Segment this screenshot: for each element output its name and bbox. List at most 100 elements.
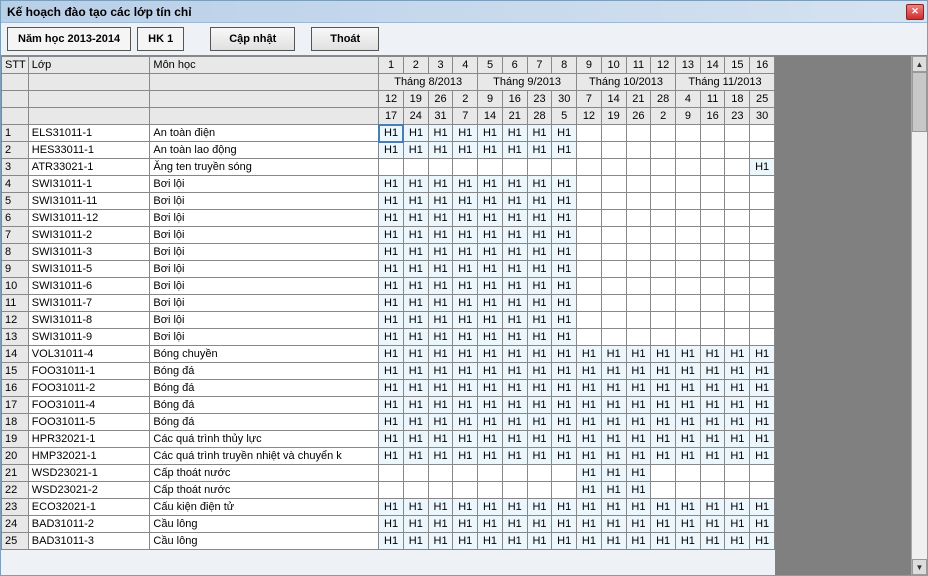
- cell-week[interactable]: [577, 278, 602, 295]
- cell-lop[interactable]: SWI31011-12: [28, 210, 150, 227]
- cell-week[interactable]: H1: [379, 329, 404, 346]
- cell-week[interactable]: H1: [700, 363, 725, 380]
- cell-week[interactable]: [601, 176, 626, 193]
- cell-week[interactable]: H1: [403, 516, 428, 533]
- cell-week[interactable]: H1: [552, 278, 577, 295]
- cell-week[interactable]: [651, 142, 676, 159]
- cell-week[interactable]: H1: [750, 499, 775, 516]
- exit-button[interactable]: Thoát: [311, 27, 379, 51]
- cell-week[interactable]: H1: [527, 278, 552, 295]
- cell-week[interactable]: H1: [403, 227, 428, 244]
- cell-week[interactable]: [700, 482, 725, 499]
- cell-week[interactable]: H1: [601, 346, 626, 363]
- cell-week[interactable]: H1: [478, 363, 503, 380]
- cell-week[interactable]: [453, 465, 478, 482]
- year-selector[interactable]: Năm học 2013-2014: [7, 27, 131, 51]
- cell-week[interactable]: H1: [700, 516, 725, 533]
- cell-week[interactable]: [577, 244, 602, 261]
- cell-week[interactable]: H1: [478, 125, 503, 142]
- cell-week[interactable]: [601, 210, 626, 227]
- cell-week[interactable]: H1: [651, 397, 676, 414]
- cell-week[interactable]: [626, 210, 651, 227]
- cell-week[interactable]: H1: [750, 414, 775, 431]
- cell-week[interactable]: [601, 125, 626, 142]
- cell-week[interactable]: H1: [403, 142, 428, 159]
- cell-week[interactable]: H1: [725, 516, 750, 533]
- cell-week[interactable]: H1: [428, 227, 453, 244]
- cell-week[interactable]: H1: [379, 193, 404, 210]
- cell-week[interactable]: [626, 193, 651, 210]
- cell-lop[interactable]: ELS31011-1: [28, 125, 150, 142]
- cell-week[interactable]: H1: [428, 142, 453, 159]
- cell-lop[interactable]: ECO32021-1: [28, 499, 150, 516]
- cell-week[interactable]: [626, 142, 651, 159]
- cell-week[interactable]: H1: [676, 346, 701, 363]
- cell-week[interactable]: [725, 295, 750, 312]
- cell-week[interactable]: H1: [750, 159, 775, 176]
- cell-week[interactable]: H1: [626, 363, 651, 380]
- cell-week[interactable]: H1: [379, 227, 404, 244]
- cell-week[interactable]: [601, 295, 626, 312]
- cell-week[interactable]: H1: [577, 482, 602, 499]
- cell-week[interactable]: H1: [725, 533, 750, 550]
- cell-week[interactable]: H1: [552, 380, 577, 397]
- cell-week[interactable]: H1: [552, 414, 577, 431]
- cell-week[interactable]: [379, 159, 404, 176]
- table-row[interactable]: 7SWI31011-2Bơi lộiH1H1H1H1H1H1H1H1: [2, 227, 775, 244]
- cell-week[interactable]: H1: [626, 482, 651, 499]
- cell-week[interactable]: H1: [527, 227, 552, 244]
- cell-week[interactable]: H1: [725, 431, 750, 448]
- cell-week[interactable]: H1: [577, 448, 602, 465]
- cell-week[interactable]: H1: [403, 261, 428, 278]
- cell-week[interactable]: [750, 465, 775, 482]
- table-row[interactable]: 22WSD23021-2Cấp thoát nướcH1H1H1: [2, 482, 775, 499]
- table-row[interactable]: 21WSD23021-1Cấp thoát nướcH1H1H1: [2, 465, 775, 482]
- cell-week[interactable]: H1: [379, 533, 404, 550]
- cell-week[interactable]: [651, 210, 676, 227]
- cell-week[interactable]: H1: [502, 244, 527, 261]
- cell-week[interactable]: H1: [428, 329, 453, 346]
- table-row[interactable]: 14VOL31011-4Bóng chuyềnH1H1H1H1H1H1H1H1H…: [2, 346, 775, 363]
- cell-mon[interactable]: Bóng đá: [150, 380, 379, 397]
- cell-week[interactable]: H1: [676, 363, 701, 380]
- cell-week[interactable]: H1: [379, 414, 404, 431]
- cell-week[interactable]: H1: [502, 329, 527, 346]
- cell-week[interactable]: H1: [552, 397, 577, 414]
- cell-week[interactable]: [651, 482, 676, 499]
- cell-week[interactable]: [725, 193, 750, 210]
- cell-week[interactable]: H1: [502, 312, 527, 329]
- cell-week[interactable]: [626, 244, 651, 261]
- table-row[interactable]: 16FOO31011-2Bóng đáH1H1H1H1H1H1H1H1H1H1H…: [2, 380, 775, 397]
- cell-week[interactable]: [676, 210, 701, 227]
- cell-week[interactable]: H1: [651, 346, 676, 363]
- table-row[interactable]: 13SWI31011-9Bơi lộiH1H1H1H1H1H1H1H1: [2, 329, 775, 346]
- cell-week[interactable]: H1: [601, 448, 626, 465]
- cell-week[interactable]: [478, 159, 503, 176]
- table-row[interactable]: 24BAD31011-2Cầu lôngH1H1H1H1H1H1H1H1H1H1…: [2, 516, 775, 533]
- cell-week[interactable]: [700, 295, 725, 312]
- cell-week[interactable]: H1: [478, 516, 503, 533]
- cell-week[interactable]: H1: [502, 278, 527, 295]
- hdr-lop[interactable]: Lớp: [28, 57, 150, 74]
- cell-week[interactable]: H1: [379, 244, 404, 261]
- cell-week[interactable]: H1: [552, 193, 577, 210]
- cell-lop[interactable]: WSD23021-1: [28, 465, 150, 482]
- cell-week[interactable]: [577, 261, 602, 278]
- cell-week[interactable]: [626, 125, 651, 142]
- cell-week[interactable]: H1: [453, 516, 478, 533]
- cell-mon[interactable]: An toàn điện: [150, 125, 379, 142]
- cell-mon[interactable]: Bơi lội: [150, 176, 379, 193]
- cell-week[interactable]: H1: [601, 363, 626, 380]
- cell-week[interactable]: H1: [453, 193, 478, 210]
- cell-week[interactable]: [651, 278, 676, 295]
- hdr-week[interactable]: 2: [403, 57, 428, 74]
- cell-week[interactable]: H1: [750, 397, 775, 414]
- cell-week[interactable]: [725, 142, 750, 159]
- table-row[interactable]: 5SWI31011-11Bơi lộiH1H1H1H1H1H1H1H1: [2, 193, 775, 210]
- cell-week[interactable]: [379, 465, 404, 482]
- cell-week[interactable]: [700, 210, 725, 227]
- cell-mon[interactable]: Bơi lội: [150, 244, 379, 261]
- cell-week[interactable]: H1: [552, 295, 577, 312]
- cell-week[interactable]: [502, 465, 527, 482]
- cell-week[interactable]: H1: [379, 431, 404, 448]
